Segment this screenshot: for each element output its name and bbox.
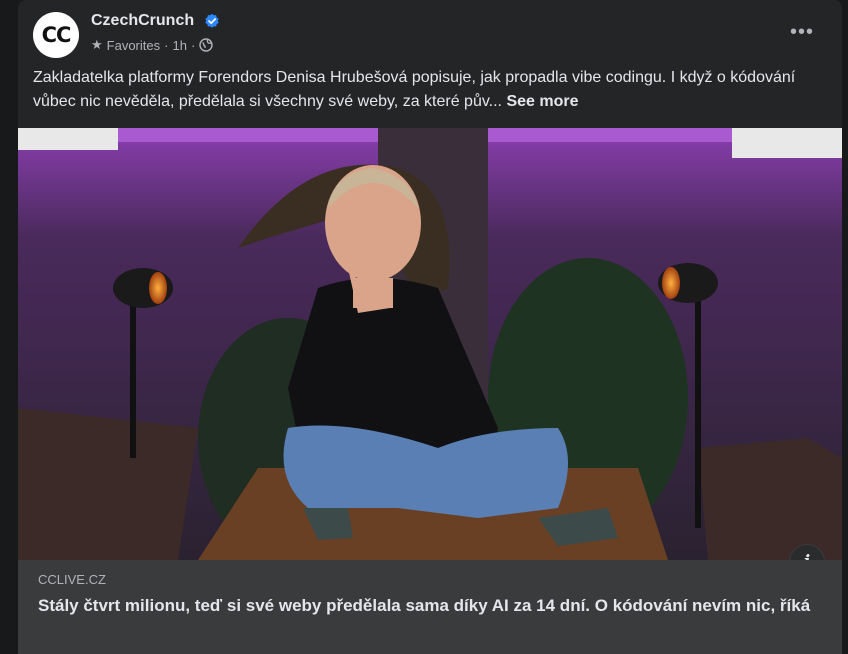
link-preview[interactable]: CCLIVE.CZ Stály čtvrt milionu, teď si sv…	[18, 560, 842, 654]
page-avatar[interactable]: CC	[33, 12, 79, 58]
meta-separator: ·	[164, 37, 169, 53]
post-header: CC CzechCrunch ★ Favorites · 1h · •••	[18, 0, 842, 64]
post-time-link[interactable]: 1h	[172, 38, 186, 53]
link-title[interactable]: Stály čtvrt milionu, teď si své weby pře…	[38, 595, 818, 617]
photo-illustration	[18, 128, 842, 560]
avatar-logo-text: CC	[41, 23, 72, 47]
feed-post: CC CzechCrunch ★ Favorites · 1h · ••• Za…	[18, 0, 842, 654]
audience-label: Favorites	[106, 37, 161, 53]
post-caption: Zakladatelka platformy Forendors Denisa …	[33, 66, 823, 114]
post-meta: ★ Favorites · 1h ·	[91, 36, 213, 54]
post-photo[interactable]	[18, 128, 842, 560]
more-options-icon: •••	[789, 21, 814, 43]
see-more-link[interactable]: See more	[506, 93, 578, 110]
star-icon: ★	[91, 37, 103, 52]
page-name-link[interactable]: CzechCrunch	[91, 12, 194, 30]
globe-icon	[199, 38, 213, 52]
verified-badge-icon	[205, 13, 219, 28]
caption-text: Zakladatelka platformy Forendors Denisa …	[33, 69, 796, 110]
link-domain: CCLIVE.CZ	[38, 572, 106, 587]
more-options-button[interactable]: •••	[784, 14, 820, 50]
meta-separator: ·	[190, 37, 196, 53]
